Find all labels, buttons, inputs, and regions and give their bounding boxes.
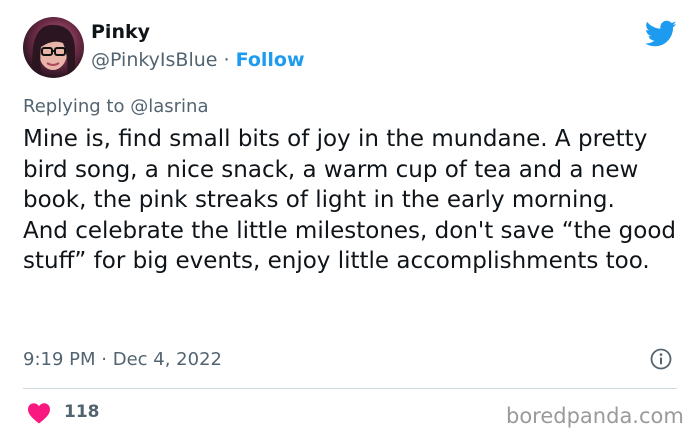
- tweet-text: Mine is, find small bits of joy in the m…: [23, 124, 683, 277]
- replying-to: Replying to @lasrina: [23, 96, 208, 117]
- author-handle[interactable]: @PinkyIsBlue: [91, 49, 217, 71]
- follow-button[interactable]: Follow: [236, 49, 305, 71]
- tweet-time: 9:19 PM: [23, 349, 96, 370]
- replying-prefix: Replying to: [23, 96, 125, 117]
- like-count: 118: [64, 402, 100, 422]
- twitter-bird-icon[interactable]: [645, 20, 677, 48]
- tweet-timestamp[interactable]: 9:19 PM · Dec 4, 2022: [23, 349, 222, 370]
- info-icon[interactable]: [650, 348, 672, 370]
- watermark: boredpanda.com: [506, 404, 684, 428]
- replying-mention[interactable]: @lasrina: [130, 96, 208, 117]
- avatar-image: [31, 24, 75, 78]
- tweet-paragraph-1: Mine is, find small bits of joy in the m…: [23, 126, 648, 214]
- tweet-date: Dec 4, 2022: [112, 349, 222, 370]
- heart-icon[interactable]: [27, 402, 51, 424]
- timestamp-separator: ·: [101, 349, 107, 370]
- tweet-paragraph-2: And celebrate the little milestones, don…: [23, 217, 677, 275]
- author-handle-row: @PinkyIsBlue · Follow: [91, 49, 305, 71]
- handle-separator: ·: [223, 49, 230, 71]
- divider: [23, 388, 677, 389]
- author-name[interactable]: Pinky: [91, 21, 150, 43]
- avatar[interactable]: [23, 17, 84, 78]
